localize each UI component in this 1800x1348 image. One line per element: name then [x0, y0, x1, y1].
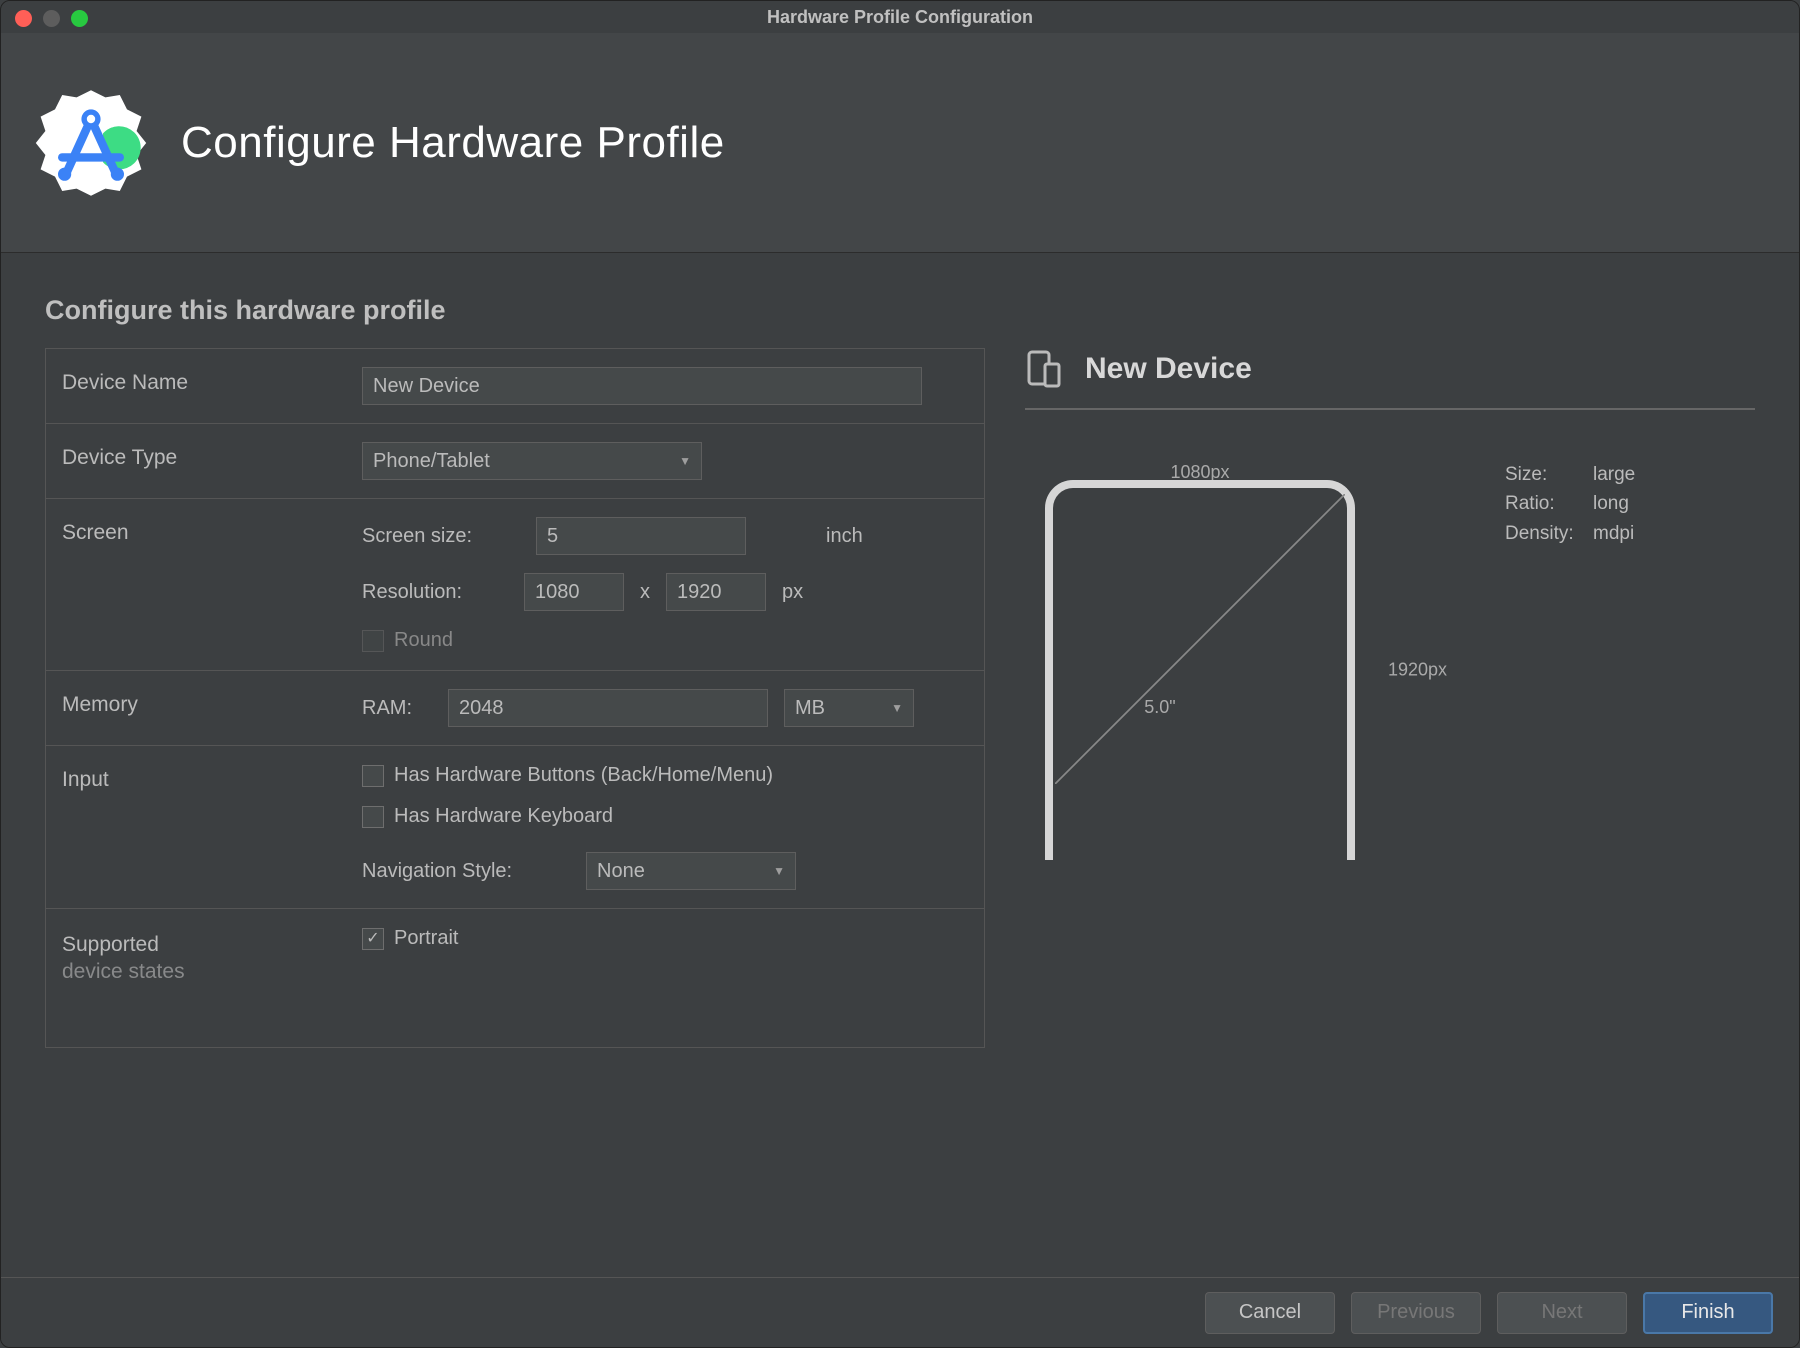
finish-button[interactable]: Finish	[1643, 1292, 1773, 1334]
device-type-value: Phone/Tablet	[373, 450, 490, 473]
spec-ratio-key: Ratio:	[1505, 489, 1593, 518]
round-checkbox	[362, 630, 384, 652]
chevron-down-icon: ▼	[891, 701, 903, 715]
device-type-select[interactable]: Phone/Tablet ▼	[362, 442, 702, 480]
ram-unit-select[interactable]: MB ▼	[784, 689, 914, 727]
next-button: Next	[1497, 1292, 1627, 1334]
device-name-input[interactable]	[362, 367, 922, 405]
supported-label-1: Supported	[62, 931, 362, 958]
resolution-separator: x	[640, 581, 650, 604]
spec-size-value: large	[1593, 464, 1635, 485]
cancel-button[interactable]: Cancel	[1205, 1292, 1335, 1334]
hw-keyboard-label: Has Hardware Keyboard	[394, 805, 613, 828]
screen-size-unit: inch	[826, 525, 863, 548]
form-panel: Device Name Device Type Phone/Tablet ▼ S…	[45, 348, 985, 1048]
device-name-label: Device Name	[62, 367, 362, 395]
spec-size-key: Size:	[1505, 460, 1593, 489]
resolution-label: Resolution:	[362, 581, 508, 604]
hw-keyboard-checkbox[interactable]	[362, 806, 384, 828]
titlebar: Hardware Profile Configuration	[1, 1, 1799, 33]
banner: Configure Hardware Profile	[1, 33, 1799, 253]
input-label: Input	[62, 764, 362, 792]
footer: Cancel Previous Next Finish	[1, 1277, 1799, 1347]
device-pair-icon	[1025, 348, 1067, 390]
hw-buttons-label: Has Hardware Buttons (Back/Home/Menu)	[394, 764, 773, 787]
chevron-down-icon: ▼	[773, 864, 785, 878]
hw-buttons-checkbox[interactable]	[362, 765, 384, 787]
screen-size-label: Screen size:	[362, 525, 520, 548]
preview-panel: New Device 1080px 1920px 5.0" Size:	[1025, 348, 1755, 1048]
preview-device-name: New Device	[1085, 352, 1252, 386]
device-type-label: Device Type	[62, 442, 362, 470]
resolution-unit: px	[782, 581, 803, 604]
spec-ratio-value: long	[1593, 493, 1629, 514]
android-studio-icon	[31, 83, 151, 203]
screen-size-input[interactable]	[536, 517, 746, 555]
preview-diagonal-label: 5.0"	[1144, 697, 1175, 718]
resolution-height-input[interactable]	[666, 573, 766, 611]
nav-style-value: None	[597, 860, 645, 883]
portrait-label: Portrait	[394, 927, 458, 950]
spec-density-value: mdpi	[1593, 523, 1634, 544]
round-label: Round	[394, 629, 453, 652]
nav-style-select[interactable]: None ▼	[586, 852, 796, 890]
banner-heading: Configure Hardware Profile	[181, 118, 725, 168]
window-title: Hardware Profile Configuration	[1, 7, 1799, 28]
portrait-checkbox[interactable]	[362, 928, 384, 950]
resolution-width-input[interactable]	[524, 573, 624, 611]
screen-label: Screen	[62, 517, 362, 545]
ram-input[interactable]	[448, 689, 768, 727]
previous-button: Previous	[1351, 1292, 1481, 1334]
chevron-down-icon: ▼	[679, 454, 691, 468]
ram-label: RAM:	[362, 697, 432, 720]
spec-density-key: Density:	[1505, 519, 1593, 548]
nav-style-label: Navigation Style:	[362, 860, 570, 883]
memory-label: Memory	[62, 689, 362, 717]
section-subtitle: Configure this hardware profile	[45, 295, 1799, 326]
ram-unit-value: MB	[795, 697, 825, 720]
supported-label-2: device states	[62, 958, 362, 985]
preview-height-label: 1920px	[1388, 660, 1447, 681]
